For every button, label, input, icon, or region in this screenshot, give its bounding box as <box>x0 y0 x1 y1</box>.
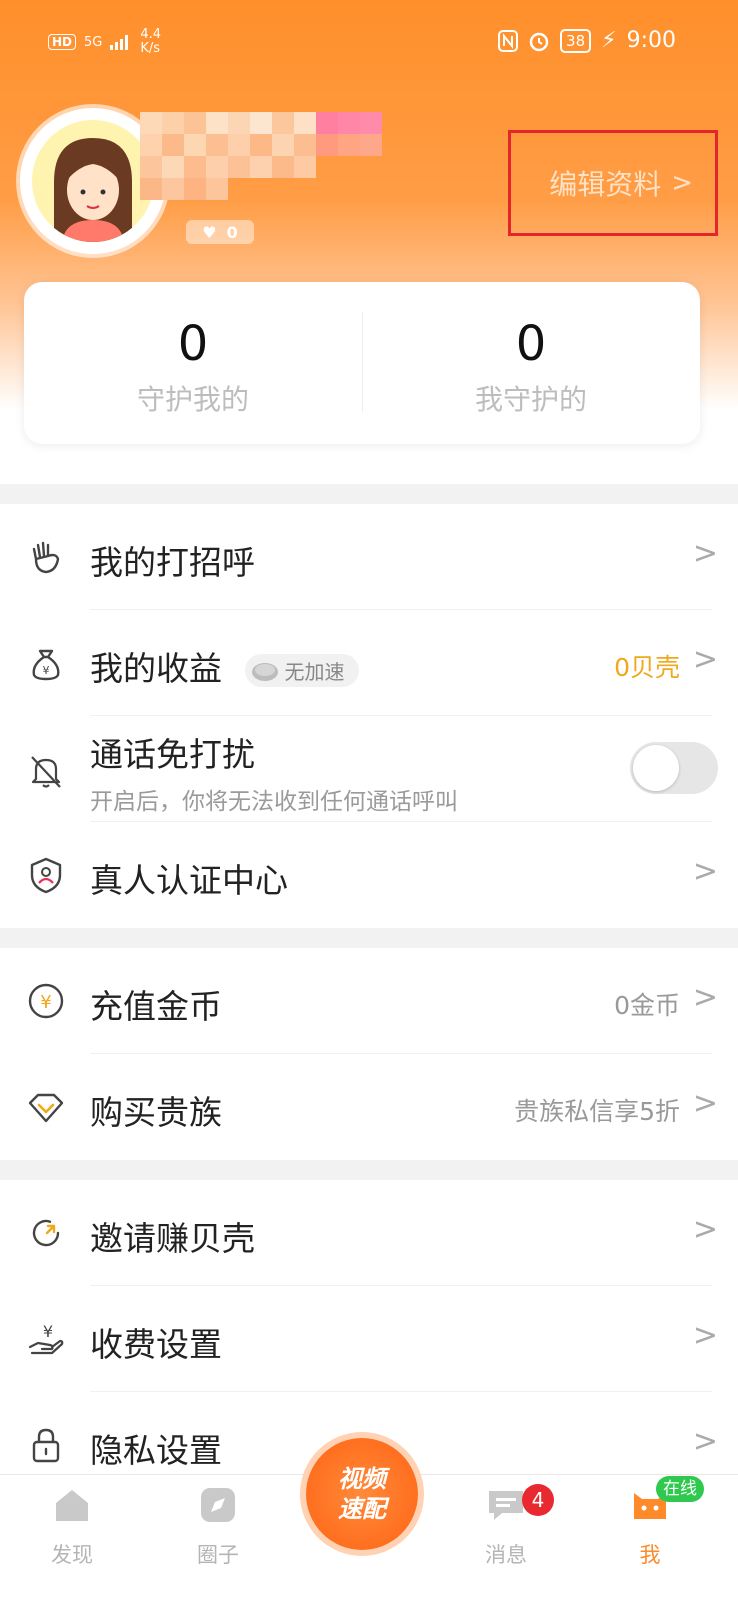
alarm-icon <box>529 32 549 51</box>
clock-time: 9:00 <box>626 28 676 53</box>
call-dnd-label: 通话免打扰 <box>90 735 255 774</box>
my-greetings-label: 我的打招呼 <box>90 543 255 582</box>
coin-balance: 0金币 <box>614 991 680 1020</box>
home-icon <box>56 1490 88 1521</box>
message-count-badge: 4 <box>522 1484 554 1516</box>
verification-center-row[interactable]: 真人认证中心 > <box>0 822 738 928</box>
diamond-icon <box>28 1093 64 1123</box>
boost-status-label: 无加速 <box>284 660 345 684</box>
call-dnd-row: 通话免打扰 开启后，你将无法收到任何通话呼叫 <box>0 716 738 822</box>
chevron-right-icon: > <box>692 980 718 1015</box>
heart-icon: ♥ <box>202 222 217 242</box>
tab-me-label: 我 <box>639 1543 661 1567</box>
shell-icon <box>251 662 278 681</box>
call-dnd-toggle[interactable] <box>630 742 718 794</box>
edit-profile-label: 编辑资料 <box>549 168 662 201</box>
bell-off-icon <box>31 756 61 788</box>
video-match-button[interactable]: 视频 速配 <box>306 1438 418 1550</box>
shield-user-icon <box>30 857 62 894</box>
money-bag-icon: ¥ <box>32 649 60 681</box>
tab-discover[interactable]: 发现 <box>22 1485 122 1569</box>
tab-circle[interactable]: 圈子 <box>168 1485 268 1569</box>
my-earnings-label: 我的收益 <box>90 649 222 688</box>
tab-discover-label: 发现 <box>51 1543 93 1567</box>
recharge-coins-row[interactable]: ¥ 充值金币 0金币 > <box>0 948 738 1054</box>
chevron-right-icon: > <box>692 1318 718 1353</box>
guarding-me-label: 守护我的 <box>136 383 249 416</box>
likes-badge: ♥ 0 <box>186 220 254 244</box>
lock-icon <box>32 1428 60 1463</box>
chevron-right-icon: > <box>692 1086 718 1121</box>
earnings-value: 0贝壳 <box>614 653 680 682</box>
boost-status-tag: 无加速 <box>244 654 359 687</box>
invite-earn-row[interactable]: 邀请赚贝壳 > <box>0 1180 738 1286</box>
signal-icon <box>110 35 129 50</box>
tab-circle-label: 圈子 <box>197 1543 239 1567</box>
section-divider <box>0 484 738 504</box>
i-guard-label: 我守护的 <box>474 383 587 416</box>
charging-icon: ⚡ <box>601 28 617 53</box>
tab-messages-label: 消息 <box>485 1543 527 1567</box>
buy-noble-label: 购买贵族 <box>90 1093 222 1132</box>
battery-level: 38 <box>560 28 592 53</box>
guarding-me-stat[interactable]: 0 守护我的 <box>24 282 362 444</box>
speed-value: 4.4 <box>140 27 162 42</box>
wave-hand-icon <box>32 541 60 574</box>
edit-profile-button[interactable]: 编辑资料 > <box>508 130 718 236</box>
refresh-invite-icon <box>32 1219 60 1247</box>
guarding-me-count: 0 <box>177 316 209 372</box>
video-match-label-line1: 视频 <box>338 1465 386 1493</box>
my-greetings-row[interactable]: 我的打招呼 > <box>0 504 738 610</box>
chat-icon <box>489 1491 523 1520</box>
hand-coin-icon: ¥ <box>28 1322 64 1355</box>
compass-icon <box>201 1488 235 1522</box>
likes-count: 0 <box>226 222 238 242</box>
guard-stats-card: 0 守护我的 0 我守护的 <box>24 282 700 444</box>
noble-promo: 贵族私信享5折 <box>514 1097 680 1126</box>
svg-text:¥: ¥ <box>43 1322 53 1341</box>
chevron-right-icon: > <box>692 642 718 677</box>
i-guard-stat[interactable]: 0 我守护的 <box>362 282 700 444</box>
chevron-right-icon: > <box>692 1212 718 1247</box>
toggle-knob <box>633 745 679 791</box>
video-match-label-line2: 速配 <box>338 1495 386 1523</box>
my-earnings-row[interactable]: ¥ 我的收益 无加速 0贝壳 > <box>0 610 738 716</box>
invite-earn-label: 邀请赚贝壳 <box>90 1219 255 1258</box>
online-status-badge: 在线 <box>656 1476 704 1502</box>
network-speed: 4.4 K/s <box>140 28 161 56</box>
privacy-settings-label: 隐私设置 <box>90 1431 222 1470</box>
fee-settings-label: 收费设置 <box>90 1325 222 1364</box>
i-guard-count: 0 <box>515 316 547 372</box>
recharge-coins-label: 充值金币 <box>90 987 222 1026</box>
chevron-right-icon: > <box>692 1424 718 1459</box>
hd-indicator: HD <box>48 34 77 50</box>
status-bar: HD 5G 4.4 K/s 38 ⚡ 9:00 <box>0 22 738 62</box>
avatar-image <box>32 120 154 242</box>
svg-text:¥: ¥ <box>40 992 51 1013</box>
nfc-icon <box>498 29 519 52</box>
chevron-right-icon: > <box>692 854 718 889</box>
chevron-right-icon: > <box>671 168 693 198</box>
chevron-right-icon: > <box>692 536 718 571</box>
coin-icon: ¥ <box>28 983 64 1019</box>
call-dnd-description: 开启后，你将无法收到任何通话呼叫 <box>90 789 458 815</box>
blurred-username <box>140 112 390 207</box>
section-divider <box>0 1160 738 1180</box>
speed-unit: K/s <box>140 41 161 56</box>
svg-text:¥: ¥ <box>43 664 50 677</box>
my-earnings-title: 我的收益 无加速 <box>90 642 359 690</box>
verification-center-label: 真人认证中心 <box>90 861 288 900</box>
buy-noble-row[interactable]: 购买贵族 贵族私信享5折 > <box>0 1054 738 1160</box>
section-divider <box>0 928 738 948</box>
fee-settings-row[interactable]: ¥ 收费设置 > <box>0 1286 738 1392</box>
network-label: 5G <box>84 34 103 50</box>
